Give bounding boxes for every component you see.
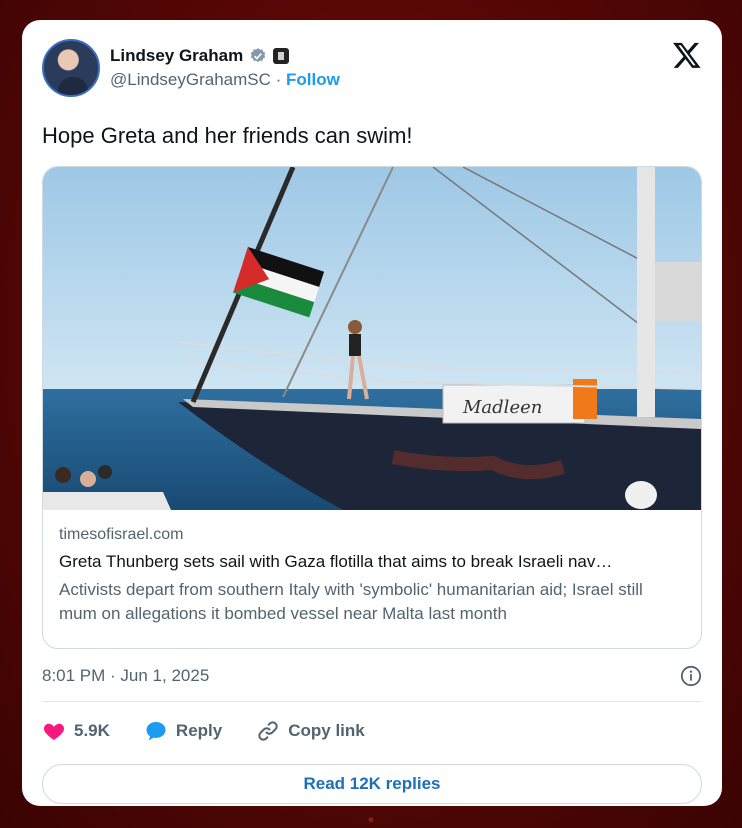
tweet-card: Lindsey Graham @LindseyGrahamSC · Follow… bbox=[22, 20, 722, 806]
divider bbox=[42, 701, 702, 702]
separator: · bbox=[275, 70, 282, 89]
like-count: 5.9K bbox=[74, 721, 110, 740]
timestamp[interactable]: 8:01 PM · Jun 1, 2025 bbox=[42, 666, 209, 686]
copy-link-label: Copy link bbox=[288, 721, 365, 740]
meta-row: 8:01 PM · Jun 1, 2025 bbox=[42, 663, 702, 689]
copy-link-button[interactable]: Copy link bbox=[256, 719, 365, 743]
link-domain: timesofisrael.com bbox=[59, 526, 184, 543]
heart-icon bbox=[43, 723, 65, 740]
handle-row: @LindseyGrahamSC · Follow bbox=[110, 70, 340, 90]
reply-bubble-icon bbox=[146, 722, 166, 741]
link-title[interactable]: Greta Thunberg sets sail with Gaza floti… bbox=[59, 552, 685, 572]
handle[interactable]: @LindseyGrahamSC bbox=[110, 70, 271, 89]
link-preview-card[interactable]: Madleen timesofisrael.com Greta Thunberg… bbox=[42, 166, 702, 649]
user-info: Lindsey Graham @LindseyGrahamSC · Follow bbox=[110, 46, 340, 90]
follow-button[interactable]: Follow bbox=[286, 70, 340, 89]
info-icon[interactable] bbox=[680, 665, 702, 687]
x-logo-icon[interactable] bbox=[672, 40, 702, 70]
reply-label: Reply bbox=[175, 721, 223, 740]
like-button[interactable]: 5.9K bbox=[42, 719, 110, 743]
link-body: timesofisrael.com Greta Thunberg sets sa… bbox=[43, 510, 701, 626]
tweet-text: Hope Greta and her friends can swim! bbox=[42, 123, 413, 148]
action-bar: 5.9K Reply Copy link bbox=[42, 706, 702, 756]
verified-badge-icon bbox=[251, 48, 266, 63]
name-row: Lindsey Graham bbox=[110, 46, 340, 66]
tweet-header: Lindsey Graham @LindseyGrahamSC · Follow bbox=[42, 36, 702, 100]
reply-button[interactable]: Reply bbox=[144, 719, 222, 743]
boat-name: Madleen bbox=[462, 397, 542, 418]
link-description: Activists depart from southern Italy wit… bbox=[59, 580, 643, 623]
article-photo[interactable]: Madleen bbox=[43, 167, 701, 510]
government-badge-icon bbox=[273, 48, 290, 64]
read-replies-button[interactable]: Read 12K replies bbox=[42, 764, 702, 804]
author-name[interactable]: Lindsey Graham bbox=[110, 46, 243, 66]
avatar[interactable] bbox=[42, 39, 100, 97]
link-icon bbox=[258, 721, 278, 741]
